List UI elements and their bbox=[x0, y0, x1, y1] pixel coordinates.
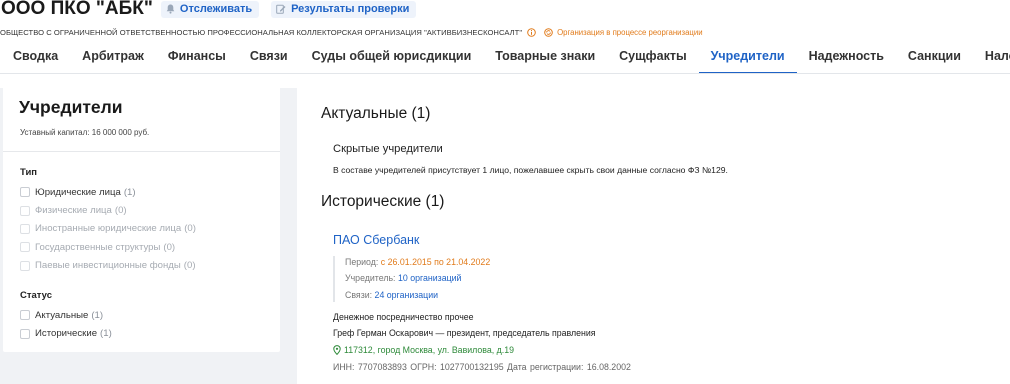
links-label: Связи: bbox=[345, 290, 373, 300]
filter-actual[interactable]: Актуальные (1) bbox=[20, 306, 112, 324]
checkbox bbox=[20, 205, 30, 216]
filter-panel-title: Учредители bbox=[19, 97, 123, 117]
filter-type-list: Юридические лица (1) Физические лица (0)… bbox=[20, 183, 196, 275]
founder-org-link[interactable]: ПАО Сбербанк bbox=[333, 233, 419, 247]
check-results-button[interactable]: Результаты проверки bbox=[271, 0, 417, 18]
tab-trademarks[interactable]: Товарные знаки bbox=[483, 42, 607, 72]
follow-button[interactable]: Отслеживать bbox=[160, 0, 260, 18]
filter-count: (1) bbox=[91, 309, 104, 321]
info-icon[interactable] bbox=[527, 27, 536, 37]
filter-individuals: Физические лица (0) bbox=[20, 201, 196, 219]
company-fullname-row: ОБЩЕСТВО С ОГРАНИЧЕННОЙ ОТВЕТСТВЕННОСТЬЮ… bbox=[0, 26, 703, 38]
tabs-divider bbox=[0, 73, 1010, 74]
org-address[interactable]: 117312, город Москва, ул. Вавилова, д.19 bbox=[333, 345, 514, 355]
authorized-capital: Уставный капитал: 16 000 000 руб. bbox=[20, 128, 150, 137]
filter-count: (0) bbox=[163, 241, 176, 253]
filter-count: (0) bbox=[114, 205, 127, 217]
check-results-label: Результаты проверки bbox=[291, 3, 410, 15]
links-link[interactable]: 24 организации bbox=[375, 290, 439, 300]
filter-foreign-legal-entities: Иностранные юридические лица (0) bbox=[20, 220, 196, 238]
org-identifiers: ИНН: 7707083893 ОГРН: 1027700132195 Дата… bbox=[333, 362, 631, 372]
founder-links: Связи: 24 организации bbox=[345, 290, 438, 300]
filter-count: (0) bbox=[183, 260, 196, 272]
location-pin-icon bbox=[333, 345, 341, 355]
filter-label: Юридические лица bbox=[35, 186, 121, 198]
tab-arbitration[interactable]: Арбитраж bbox=[70, 42, 156, 72]
founder-of-link[interactable]: 10 организаций bbox=[398, 273, 462, 283]
actual-heading: Актуальные (1) bbox=[321, 105, 431, 122]
filter-group-type: Тип bbox=[20, 167, 38, 178]
period-value: с 26.01.2015 по 21.04.2022 bbox=[380, 257, 491, 267]
org-address-text: 117312, город Москва, ул. Вавилова, д.19 bbox=[344, 345, 515, 355]
checkbox[interactable] bbox=[20, 187, 30, 198]
company-full-name: ОБЩЕСТВО С ОГРАНИЧЕННОЙ ОТВЕТСТВЕННОСТЬЮ… bbox=[0, 27, 523, 37]
checkbox bbox=[20, 242, 30, 253]
checkbox[interactable] bbox=[20, 328, 30, 339]
filter-divider bbox=[3, 151, 280, 152]
company-title-row: ООО ПКО "АБК" Отслеживать Результаты про… bbox=[0, 0, 417, 19]
tab-general-courts[interactable]: Суды общей юрисдикции bbox=[300, 42, 484, 72]
checkbox bbox=[20, 223, 30, 234]
filter-label: Иностранные юридические лица bbox=[35, 223, 182, 235]
filter-label: Актуальные bbox=[35, 309, 89, 321]
checkbox bbox=[20, 260, 30, 271]
tab-sanctions[interactable]: Санкции bbox=[896, 42, 973, 72]
founder-of: Учредитель: 10 организаций bbox=[345, 273, 461, 283]
tab-links[interactable]: Связи bbox=[238, 42, 300, 72]
filter-label: Физические лица bbox=[35, 205, 112, 217]
filter-count: (1) bbox=[100, 328, 112, 340]
filter-count: (0) bbox=[184, 223, 196, 235]
filter-label: Исторические bbox=[35, 328, 98, 340]
edit-document-icon bbox=[276, 4, 286, 14]
hidden-founders-description: В составе учредителей присутствует 1 лиц… bbox=[333, 165, 728, 175]
filter-historical[interactable]: Исторические (1) bbox=[20, 324, 112, 342]
section-tabs: Сводка Арбитраж Финансы Связи Суды общей… bbox=[0, 42, 1010, 74]
org-head: Греф Герман Оскарович — президент, предс… bbox=[333, 328, 596, 338]
tab-summary[interactable]: Сводка bbox=[0, 42, 70, 72]
org-activity: Денежное посредничество прочее bbox=[333, 312, 474, 322]
tab-finance[interactable]: Финансы bbox=[156, 42, 238, 72]
historical-heading: Исторические (1) bbox=[321, 193, 445, 210]
hidden-founders-title: Скрытые учредители bbox=[333, 143, 443, 155]
reorganization-label: Организация в процессе реорганизации bbox=[557, 27, 703, 37]
founder-period: Период: с 26.01.2015 по 21.04.2022 bbox=[345, 257, 490, 267]
filter-group-status: Статус bbox=[20, 290, 53, 301]
checkbox[interactable] bbox=[20, 310, 30, 321]
filter-count: (1) bbox=[123, 186, 136, 198]
filter-mutual-funds: Паевые инвестиционные фонды (0) bbox=[20, 257, 196, 275]
tab-founders[interactable]: Учредители bbox=[698, 42, 797, 74]
founder-of-label: Учредитель: bbox=[345, 273, 396, 283]
company-header: ООО ПКО "АБК" Отслеживать Результаты про… bbox=[0, 0, 1010, 88]
filter-legal-entities[interactable]: Юридические лица (1) bbox=[20, 183, 196, 201]
meta-accent-bar bbox=[333, 256, 335, 302]
bell-icon bbox=[166, 4, 175, 14]
tab-reliability[interactable]: Надежность bbox=[797, 42, 896, 72]
filter-label: Государственные структуры bbox=[35, 241, 161, 253]
company-name: ООО ПКО "АБК" bbox=[1, 0, 153, 19]
period-label: Период: bbox=[345, 257, 379, 267]
filter-label: Паевые инвестиционные фонды bbox=[35, 260, 181, 272]
reorganization-icon bbox=[544, 27, 553, 37]
follow-button-label: Отслеживать bbox=[179, 3, 253, 15]
tab-material-facts[interactable]: Сущфакты bbox=[607, 42, 698, 72]
filter-status-list: Актуальные (1) Исторические (1) bbox=[20, 306, 112, 343]
reorganization-badge[interactable]: Организация в процессе реорганизации bbox=[544, 28, 703, 37]
founders-content: Актуальные (1) Скрытые учредители В сост… bbox=[297, 86, 1010, 384]
filter-state-structures: Государственные структуры (0) bbox=[20, 238, 196, 256]
tab-taxes[interactable]: Налоги bbox=[973, 42, 1010, 72]
founders-filter-panel: Учредители Уставный капитал: 16 000 000 … bbox=[3, 86, 280, 352]
